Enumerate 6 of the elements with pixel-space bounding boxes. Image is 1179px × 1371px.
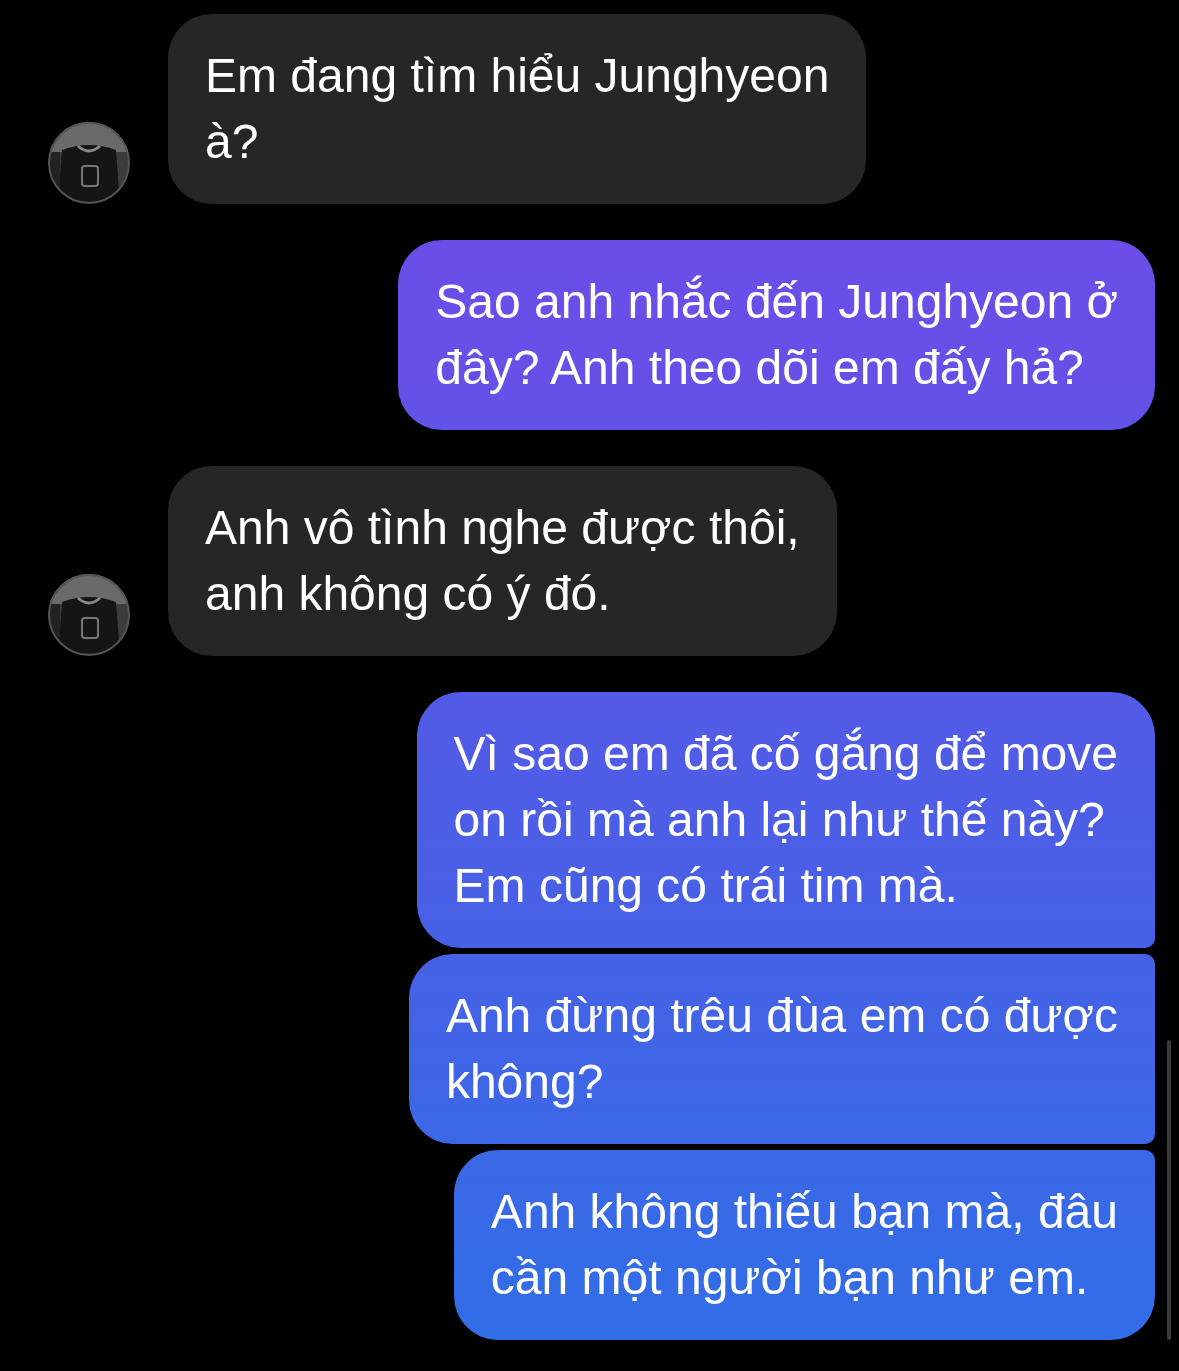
sent-message: Anh đừng trêu đùa em có được không? [408,954,1155,1144]
sent-message: Anh không thiếu bạn mà, đâu cần một người bạn như em. [453,1150,1155,1340]
sent-message: Sao anh nhắc đến Junghyeon ở đây? Anh theo dõi em đấy hả? [398,240,1155,430]
received-message: Em đang tìm hiểu Junghyeon à? [168,14,867,204]
sent-message: Vì sao em đã cố gắng để move on rồi mà anh lại như thế này? Em cũng có trái tim mà. [416,692,1155,948]
received-message: Anh vô tình nghe được thôi, anh không có ý đó. [168,466,837,656]
